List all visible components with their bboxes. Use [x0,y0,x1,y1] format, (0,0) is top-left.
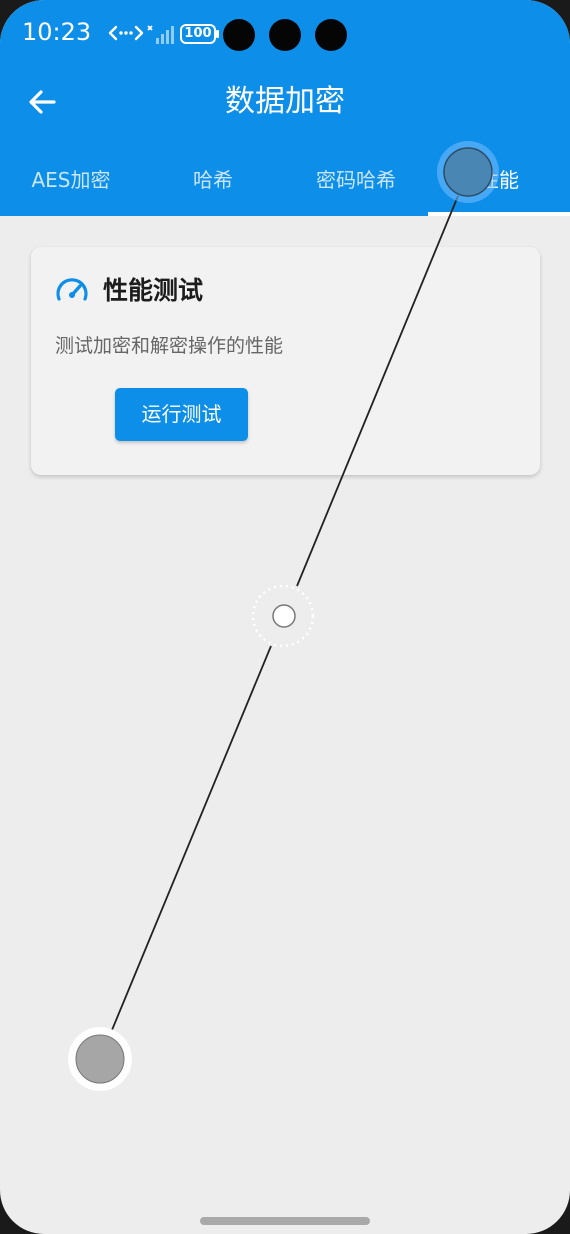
speedometer-icon [56,278,88,301]
tab-indicator [428,212,570,216]
card-title: 性能测试 [103,276,204,305]
tab-bar: AES加密 哈希 密码哈希 性能 [0,150,570,216]
page-title: 数据加密 [225,84,345,119]
run-test-button[interactable]: 运行测试 [115,388,248,441]
camera-cutout [315,19,347,51]
performance-test-card: 性能测试 测试加密和解密操作的性能 运行测试 [31,247,540,475]
tab-hash[interactable]: 哈希 [142,164,284,193]
data-transfer-icon [108,25,144,41]
tab-aes[interactable]: AES加密 [0,164,142,193]
camera-cutout [223,19,255,51]
card-description: 测试加密和解密操作的性能 [55,335,284,357]
camera-cutout [269,19,301,51]
signal-icon [147,25,174,44]
status-time: 10:23 [22,18,92,46]
status-bar: 10:23 100 [0,0,570,70]
battery-level: 100 [184,26,212,41]
phone-screen: 10:23 100 数据加密 AES加密 哈希 密码哈希 性能 性能测试 测试加… [0,0,570,1234]
battery-tip [216,30,219,38]
home-indicator[interactable] [200,1217,370,1225]
battery-icon: 100 [180,24,216,44]
tab-performance[interactable]: 性能 [428,164,570,193]
app-bar: 10:23 100 数据加密 AES加密 哈希 密码哈希 性能 [0,0,570,216]
tab-password-hash[interactable]: 密码哈希 [285,164,427,193]
